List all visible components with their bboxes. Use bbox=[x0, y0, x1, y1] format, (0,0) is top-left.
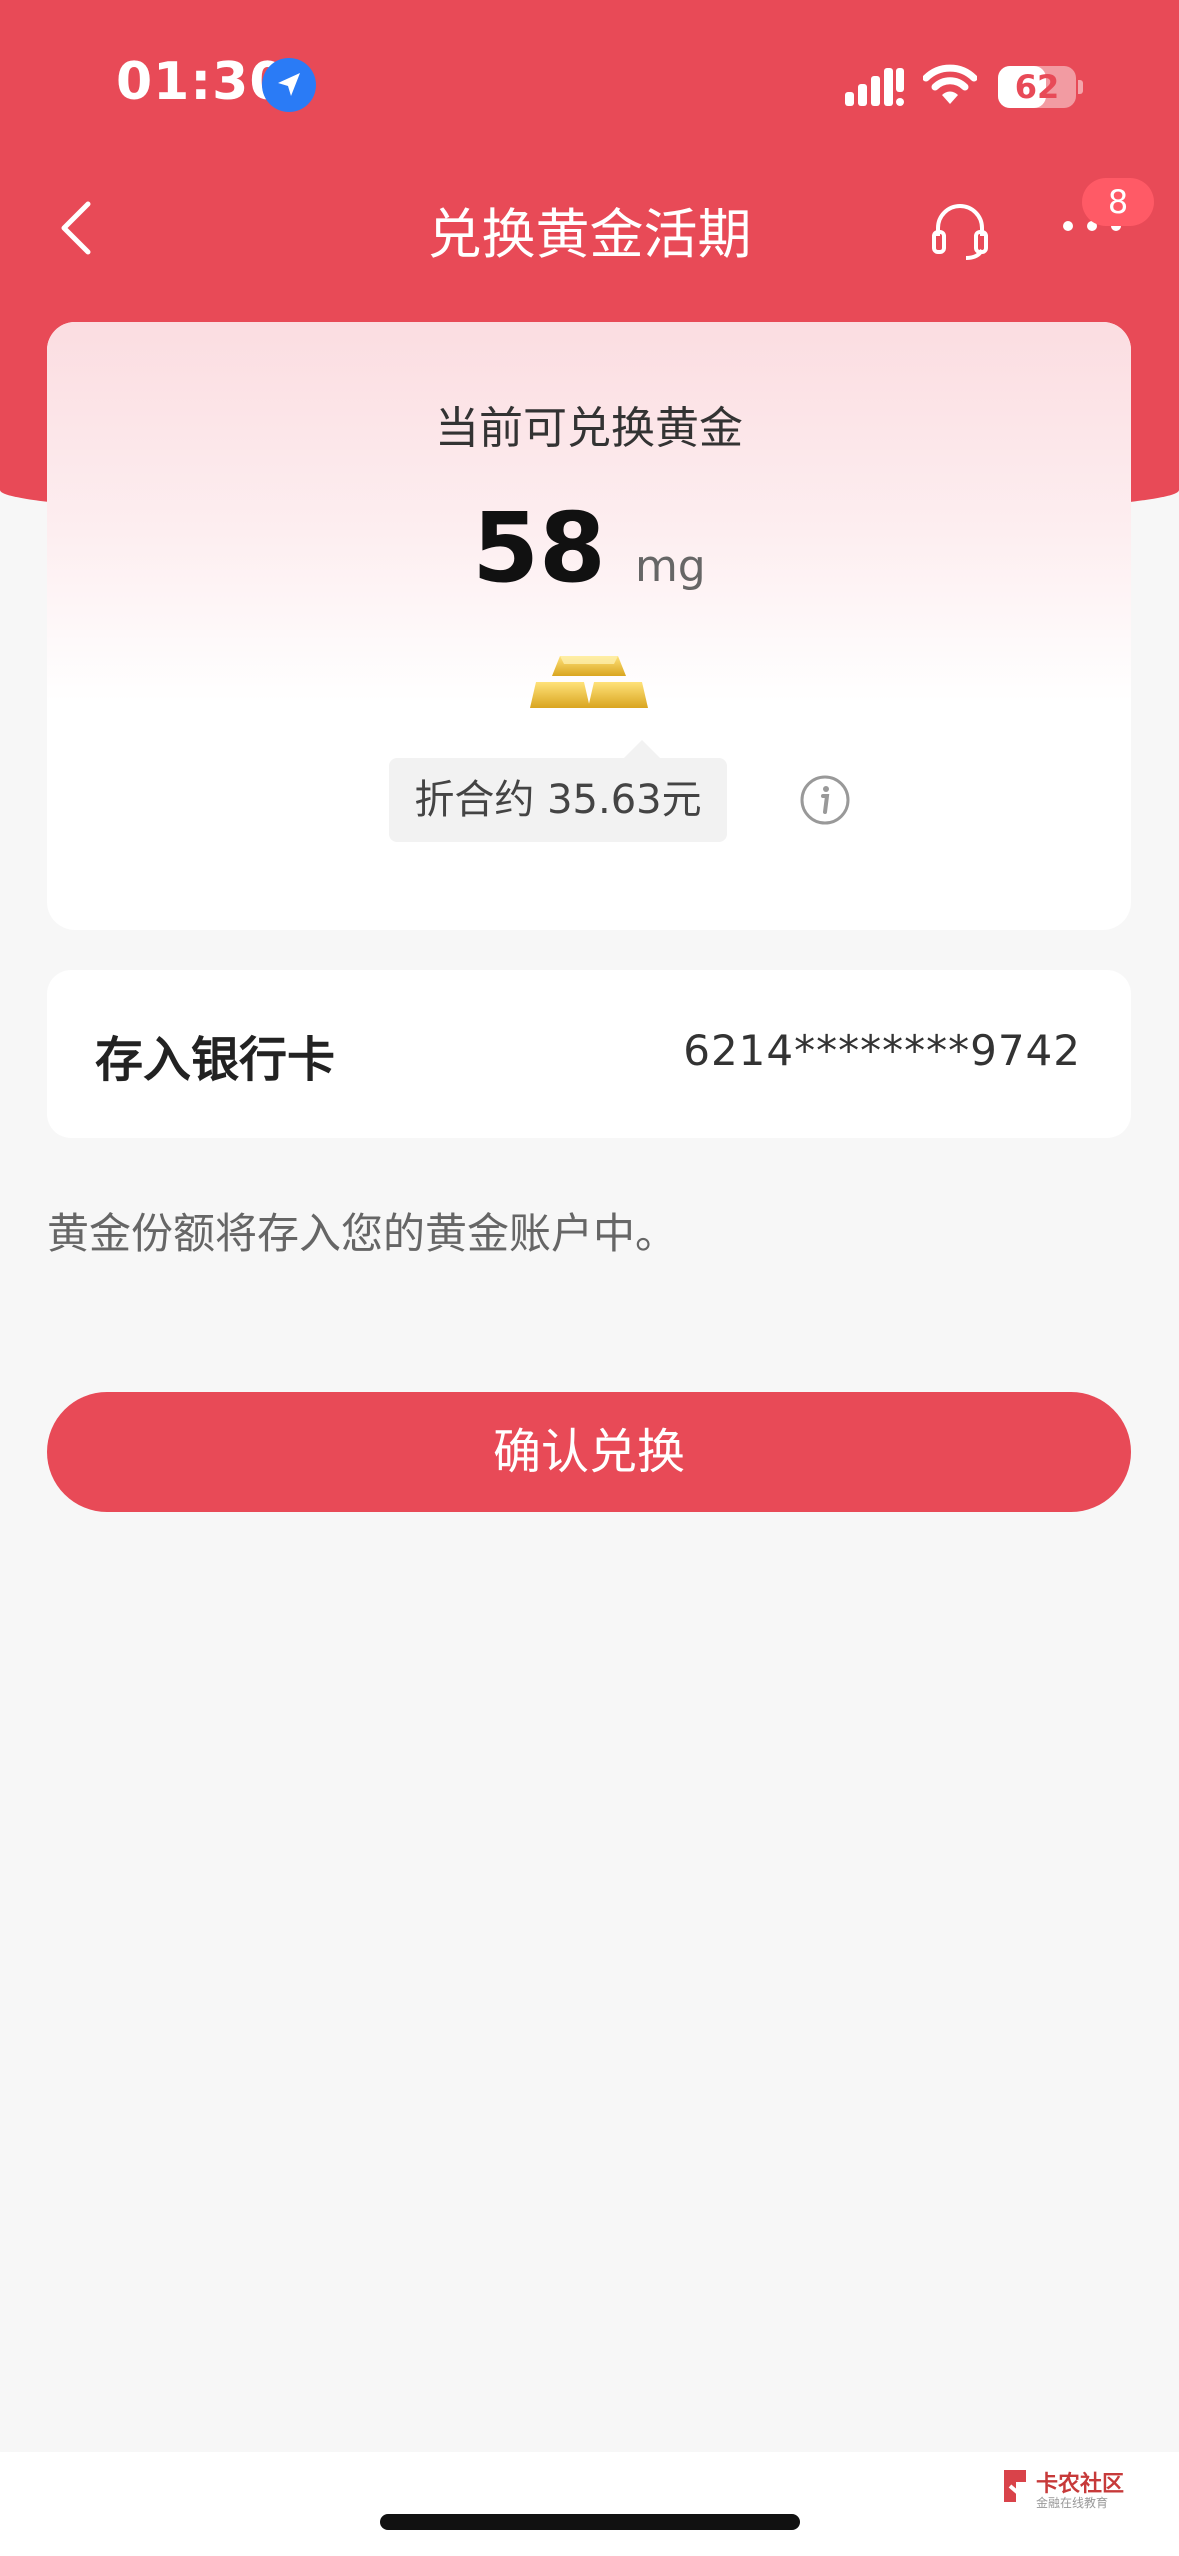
battery-tip bbox=[1078, 80, 1083, 94]
watermark: 卡农社区 金融在线教育 bbox=[1000, 2462, 1140, 2522]
info-icon[interactable] bbox=[799, 774, 851, 826]
bank-card-number: 6214********9742 bbox=[683, 1026, 1081, 1075]
gold-amount-row: 58 mg bbox=[47, 492, 1131, 604]
watermark-subtitle: 金融在线教育 bbox=[1036, 2496, 1109, 2510]
status-time: 01:30 bbox=[116, 52, 287, 112]
battery-indicator: 62 bbox=[998, 66, 1076, 108]
available-gold-label: 当前可兑换黄金 bbox=[435, 403, 743, 454]
headset-icon[interactable] bbox=[928, 198, 992, 262]
gold-bars-icon bbox=[530, 656, 648, 708]
confirm-exchange-button[interactable]: 确认兑换 bbox=[47, 1392, 1131, 1512]
bank-card-label: 存入银行卡 bbox=[95, 1032, 336, 1088]
gold-unit: mg bbox=[634, 541, 706, 592]
notification-badge: 8 bbox=[1082, 178, 1154, 226]
gold-amount: 58 bbox=[472, 492, 606, 604]
watermark-logo bbox=[1004, 2470, 1026, 2502]
gold-amount-card: 当前可兑换黄金 58 mg 折合约 35.63元 bbox=[47, 322, 1131, 930]
bank-card-row[interactable]: 存入银行卡 6214********9742 bbox=[47, 970, 1131, 1138]
conversion-value: 折合约 35.63元 bbox=[389, 758, 727, 842]
location-arrow-icon bbox=[262, 58, 316, 112]
deposit-note: 黄金份额将存入您的黄金账户中。 bbox=[47, 1209, 678, 1258]
home-indicator[interactable] bbox=[380, 2514, 800, 2530]
battery-percent: 62 bbox=[1014, 68, 1060, 106]
conversion-pointer bbox=[624, 740, 660, 758]
wifi-icon bbox=[923, 64, 977, 104]
status-bar: 01:30 62 bbox=[0, 0, 1179, 180]
cellular-signal-icon bbox=[845, 68, 904, 106]
page-title: 兑换黄金活期 bbox=[427, 203, 752, 266]
